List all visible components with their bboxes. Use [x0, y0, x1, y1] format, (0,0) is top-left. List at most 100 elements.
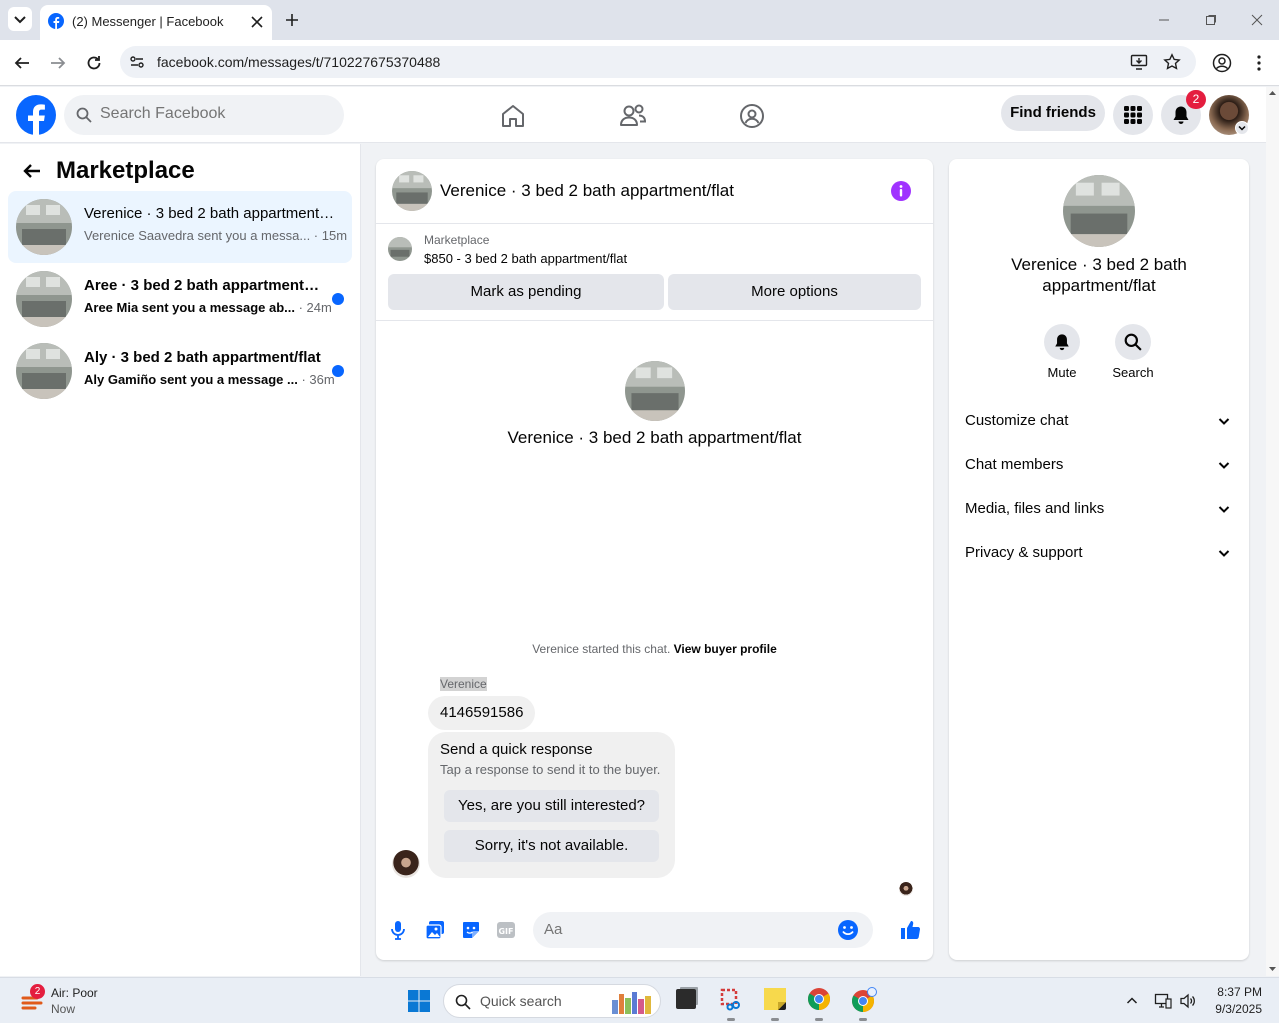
- clock-time[interactable]: 8:37 PM: [1212, 985, 1262, 999]
- bookmark-star-icon[interactable]: [1163, 53, 1181, 71]
- home-icon[interactable]: [500, 103, 526, 129]
- back-arrow-icon[interactable]: [13, 54, 31, 72]
- listing-thumbnail: [388, 237, 412, 261]
- mute-label: Mute: [1047, 365, 1077, 380]
- scroll-down-icon[interactable]: [1266, 962, 1279, 975]
- emoji-icon[interactable]: [837, 919, 859, 941]
- conversation-item[interactable]: Aly · 3 bed 2 bath appartment/flat Aly G…: [8, 335, 352, 407]
- thumbs-up-icon[interactable]: [899, 919, 921, 941]
- privacy-support-row[interactable]: Privacy & support: [965, 531, 1235, 575]
- search-icon: [1124, 333, 1142, 351]
- groups-icon[interactable]: [739, 103, 765, 129]
- restore-icon[interactable]: [1205, 14, 1217, 26]
- mute-button[interactable]: [1044, 324, 1080, 360]
- clock-date[interactable]: 9/3/2025: [1200, 1002, 1262, 1016]
- weather-widget[interactable]: 2 Air: Poor Now: [16, 982, 126, 1020]
- listing-summary[interactable]: $850 - 3 bed 2 bath appartment/flat: [424, 251, 627, 266]
- site-settings-icon[interactable]: [129, 54, 145, 70]
- mark-as-pending-button[interactable]: Mark as pending: [388, 274, 664, 310]
- conversation-preview: Verenice Saavedra sent you a messa... · …: [84, 228, 348, 243]
- svg-text:GIF: GIF: [498, 927, 513, 936]
- grid-menu-icon: [1124, 106, 1142, 124]
- media-files-links-row[interactable]: Media, files and links: [965, 487, 1235, 531]
- search-in-chat-button[interactable]: [1115, 324, 1151, 360]
- tray-chevron-up-icon[interactable]: [1125, 994, 1139, 1008]
- facebook-logo-icon[interactable]: [16, 95, 56, 135]
- back-arrow-icon[interactable]: [22, 161, 42, 181]
- unread-dot: [332, 293, 344, 305]
- info-icon[interactable]: [890, 180, 912, 202]
- scroll-up-icon[interactable]: [1266, 87, 1279, 100]
- chevron-down-icon: [1218, 506, 1230, 513]
- facebook-favicon-icon: [48, 13, 64, 29]
- chevron-down-icon: [1218, 462, 1230, 469]
- marketplace-title: Marketplace: [56, 157, 195, 184]
- search-input[interactable]: [100, 105, 330, 123]
- conversation-preview: Aree Mia sent you a message ab... · 24m: [84, 300, 332, 315]
- menu-button[interactable]: [1113, 95, 1153, 135]
- profile-icon[interactable]: [1212, 53, 1232, 73]
- volume-icon[interactable]: [1179, 992, 1197, 1010]
- listing-source: Marketplace: [424, 233, 490, 247]
- quick-response-card: Send a quick response Tap a response to …: [428, 732, 675, 878]
- read-receipt-avatar: [899, 882, 913, 896]
- friends-icon[interactable]: [619, 103, 647, 129]
- browser-menu-icon[interactable]: [1249, 53, 1269, 73]
- chat-members-row[interactable]: Chat members: [965, 443, 1235, 487]
- sticky-notes-icon[interactable]: [763, 987, 787, 1011]
- close-tab-icon[interactable]: [250, 15, 264, 29]
- install-app-icon[interactable]: [1130, 53, 1148, 71]
- browser-tab-bar: (2) Messenger | Facebook: [0, 0, 1279, 40]
- message-composer[interactable]: [533, 912, 873, 948]
- view-buyer-profile-link[interactable]: View buyer profile: [674, 642, 777, 656]
- microphone-icon[interactable]: [390, 920, 406, 940]
- tab-title: (2) Messenger | Facebook: [72, 14, 224, 29]
- network-icon[interactable]: [1154, 992, 1172, 1010]
- marketplace-inbox: Marketplace Verenice · 3 bed 2 bath appa…: [0, 144, 361, 976]
- windows-start-icon[interactable]: [407, 989, 431, 1013]
- quick-response-title: Send a quick response: [440, 741, 593, 758]
- listing-thumbnail: [16, 343, 72, 399]
- gif-icon[interactable]: GIF: [496, 921, 516, 939]
- sticker-icon[interactable]: [461, 920, 481, 940]
- chevron-down-icon: [1218, 550, 1230, 557]
- browser-tab[interactable]: (2) Messenger | Facebook: [40, 5, 272, 40]
- forward-arrow-icon[interactable]: [49, 54, 67, 72]
- message-input[interactable]: [544, 921, 844, 938]
- new-tab-icon[interactable]: [284, 12, 300, 28]
- conversation-preview: Aly Gamiño sent you a message ... · 36m: [84, 372, 335, 387]
- account-chevron[interactable]: [1235, 121, 1249, 135]
- close-window-icon[interactable]: [1251, 14, 1263, 26]
- listing-thumbnail: [16, 271, 72, 327]
- conversation-item[interactable]: Aree · 3 bed 2 bath appartment/flat Aree…: [8, 263, 352, 335]
- chrome-icon[interactable]: [807, 987, 831, 1011]
- photo-icon[interactable]: [425, 920, 445, 940]
- taskbar-running-indicator: [771, 1018, 779, 1021]
- customize-chat-row[interactable]: Customize chat: [965, 399, 1235, 443]
- omnibox[interactable]: facebook.com/messages/t/710227675370488: [120, 46, 1196, 78]
- page-scrollbar[interactable]: [1266, 87, 1279, 976]
- chat-title[interactable]: Verenice · 3 bed 2 bath appartment/flat: [440, 181, 734, 201]
- chrome-profile-icon[interactable]: [851, 987, 877, 1013]
- header-divider: [376, 223, 933, 224]
- quick-reply-interested-button[interactable]: Yes, are you still interested?: [444, 790, 659, 822]
- taskbar-search[interactable]: Quick search: [443, 984, 661, 1018]
- weather-title: Air: Poor: [51, 986, 98, 1000]
- find-friends-button[interactable]: Find friends: [1001, 95, 1105, 131]
- chat-avatar[interactable]: [392, 171, 432, 211]
- url-text[interactable]: facebook.com/messages/t/710227675370488: [157, 54, 440, 70]
- minimize-icon[interactable]: [1158, 14, 1170, 26]
- reload-icon[interactable]: [85, 54, 103, 72]
- message-text: 4146591586: [440, 704, 524, 721]
- facebook-header: Find friends 2: [0, 87, 1266, 143]
- weather-subtitle: Now: [51, 1002, 76, 1016]
- taskbar-running-indicator: [859, 1018, 867, 1021]
- more-options-button[interactable]: More options: [668, 274, 921, 310]
- tab-search-button[interactable]: [8, 7, 32, 31]
- task-view-button[interactable]: [676, 989, 696, 1009]
- quick-reply-not-available-button[interactable]: Sorry, it's not available.: [444, 830, 659, 862]
- snipping-tool-icon[interactable]: [719, 987, 743, 1011]
- conversation-item[interactable]: Verenice · 3 bed 2 bath appartment/flat …: [8, 191, 352, 263]
- facebook-search[interactable]: [64, 95, 344, 135]
- message-bubble: 4146591586: [428, 696, 536, 730]
